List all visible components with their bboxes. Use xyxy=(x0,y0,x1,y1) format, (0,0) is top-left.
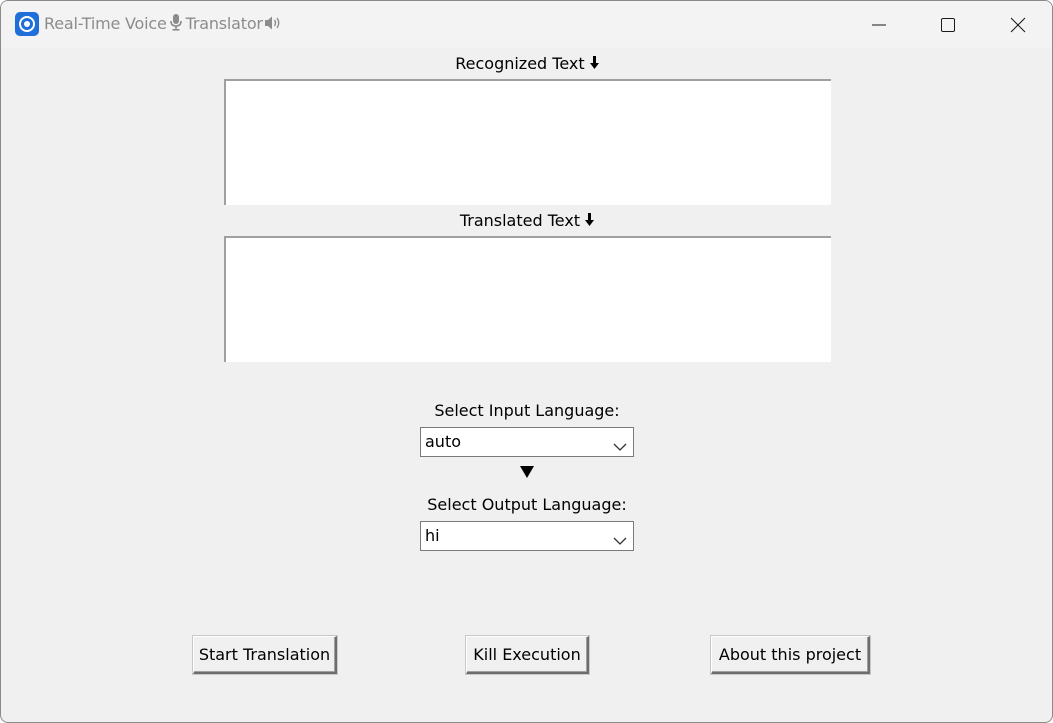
start-translation-button[interactable]: Start Translation xyxy=(193,636,337,674)
title-bar[interactable]: Real-Time Voice Translator xyxy=(1,1,1052,48)
recognized-text-area[interactable] xyxy=(224,79,831,205)
close-icon xyxy=(1010,17,1026,32)
down-arrow-icon xyxy=(589,55,599,74)
input-language-label: Select Input Language: xyxy=(434,401,620,420)
output-language-label: Select Output Language: xyxy=(427,495,627,514)
recognized-text-label-text: Recognized Text xyxy=(455,54,585,73)
down-arrow-icon xyxy=(585,212,595,231)
output-language-value: hi xyxy=(425,526,440,545)
close-button[interactable] xyxy=(983,1,1052,48)
window-title-part1: Real-Time Voice xyxy=(44,14,167,33)
maximize-button[interactable] xyxy=(913,1,983,48)
chevron-down-icon[interactable] xyxy=(613,531,627,550)
translated-text-label: Translated Text xyxy=(425,211,629,231)
chevron-down-icon[interactable] xyxy=(613,437,627,456)
kill-execution-button[interactable]: Kill Execution xyxy=(466,636,589,674)
input-language-value: auto xyxy=(425,432,462,451)
speaker-icon xyxy=(264,15,282,35)
recognized-text-label: Recognized Text xyxy=(425,54,629,74)
arrow-down-icon xyxy=(520,466,534,478)
minimize-button[interactable] xyxy=(844,1,914,48)
translated-text-area[interactable] xyxy=(224,236,831,362)
window-title: Real-Time Voice Translator xyxy=(44,13,282,35)
maximize-icon xyxy=(941,17,955,32)
window-title-part2: Translator xyxy=(185,14,263,33)
output-language-select[interactable]: hi xyxy=(420,521,634,551)
microphone-icon xyxy=(169,13,183,35)
app-window: Real-Time Voice Translator Recognized Tex… xyxy=(0,0,1053,723)
about-project-button[interactable]: About this project xyxy=(711,636,870,674)
minimize-icon xyxy=(872,24,886,25)
app-logo-icon xyxy=(15,12,39,36)
input-language-select[interactable]: auto xyxy=(420,427,634,457)
translated-text-label-text: Translated Text xyxy=(459,211,581,230)
